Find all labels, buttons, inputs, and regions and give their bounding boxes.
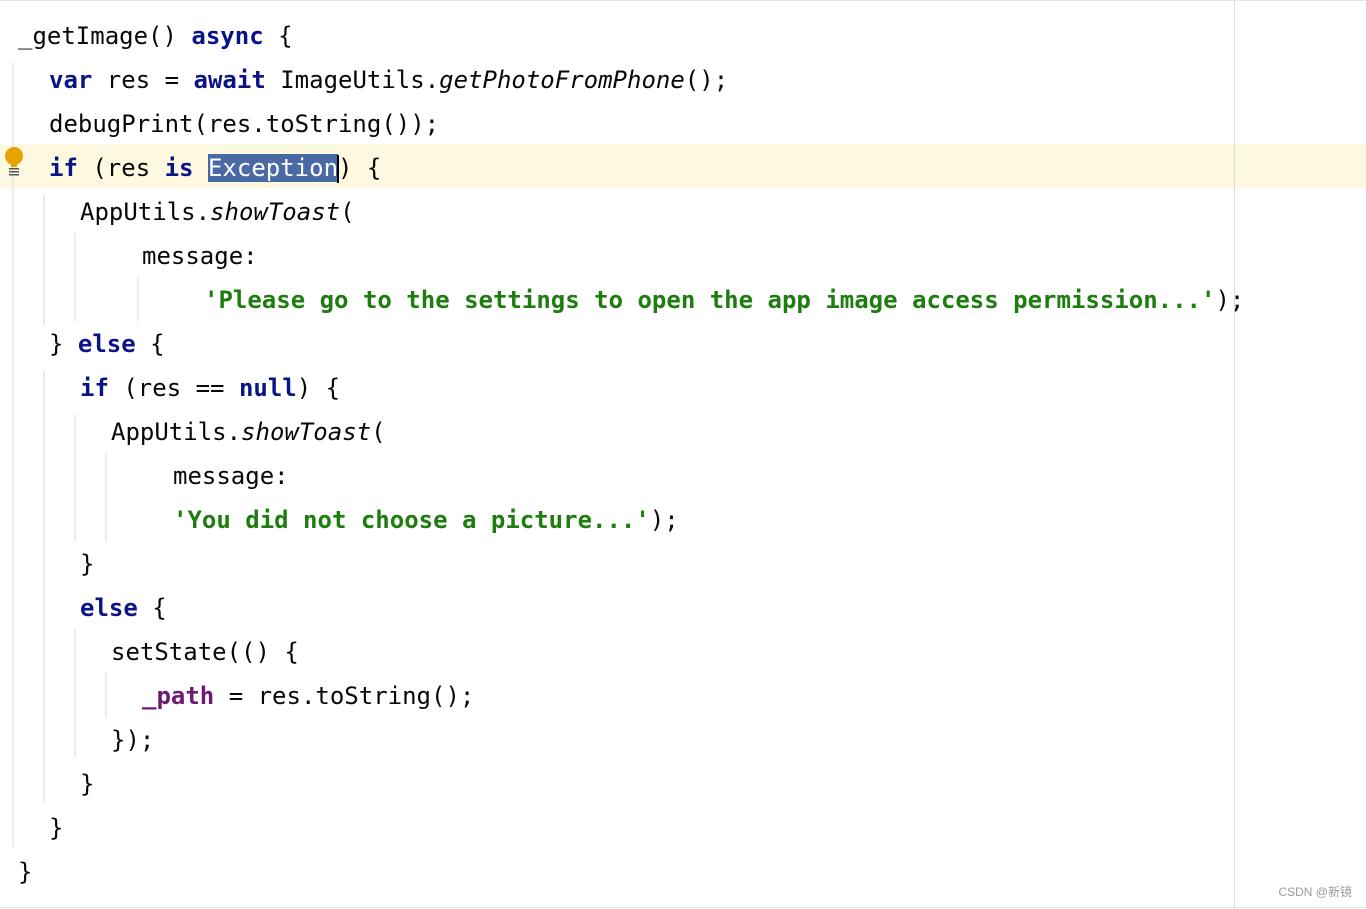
code-token: debugPrint(res.toString()); [49, 110, 440, 138]
code-line[interactable]: } [49, 806, 63, 850]
code-token: is [164, 154, 194, 182]
code-line[interactable]: message: [142, 234, 258, 278]
indent-guide [137, 277, 139, 321]
code-token: 'Please go to the settings to open the a… [204, 286, 1216, 314]
lightbulb-icon[interactable] [4, 146, 24, 176]
code-token: (res [77, 154, 165, 182]
indent-guide [74, 233, 76, 321]
code-line[interactable]: setState(() { [111, 630, 299, 674]
code-token: ImageUtils. [265, 66, 440, 94]
code-token: if [49, 154, 78, 182]
code-token: ) { [296, 374, 341, 402]
indent-guide [74, 629, 76, 757]
code-token: } [80, 550, 95, 578]
code-token: ); [1215, 286, 1245, 314]
code-line[interactable]: AppUtils.showToast( [80, 190, 355, 234]
code-token: else [77, 330, 136, 358]
code-token: } [49, 330, 78, 358]
code-token: await [193, 66, 266, 94]
code-line[interactable]: _getImage() async { [18, 14, 293, 58]
code-token: message: [173, 462, 289, 490]
code-token: { [137, 594, 167, 622]
indent-guide [43, 195, 45, 325]
code-token: message: [142, 242, 258, 270]
code-line[interactable]: }); [111, 718, 154, 762]
code-line[interactable]: } else { [49, 322, 165, 366]
code-token: ); [649, 506, 679, 534]
code-line[interactable]: if (res == null) { [80, 366, 340, 410]
code-editor[interactable]: _getImage() async {var res = await Image… [0, 0, 1366, 909]
code-token: 'You did not choose a picture...' [173, 506, 650, 534]
code-token: }); [111, 726, 155, 754]
code-token: AppUtils. [80, 198, 211, 226]
code-token: ) { [338, 154, 382, 182]
code-token: (res == [108, 374, 239, 402]
code-token: else [80, 594, 138, 622]
right-margin-guide [1234, 1, 1235, 909]
code-line[interactable]: var res = await ImageUtils.getPhotoFromP… [49, 58, 728, 102]
code-line[interactable]: if (res is Exception) { [49, 146, 381, 190]
code-line[interactable]: } [80, 762, 94, 806]
code-line[interactable]: 'You did not choose a picture...'); [173, 498, 679, 542]
code-token: = res.toString(); [214, 682, 475, 710]
code-line[interactable]: 'Please go to the settings to open the a… [204, 278, 1244, 322]
code-token: } [18, 858, 33, 886]
indent-guide [105, 453, 107, 541]
code-line[interactable]: message: [173, 454, 289, 498]
code-token: (); [684, 66, 729, 94]
code-token: _path [142, 682, 215, 710]
code-line[interactable]: else { [80, 586, 167, 630]
code-token: showToast [241, 418, 372, 446]
selected-text: Exception [207, 154, 339, 182]
code-line[interactable]: AppUtils.showToast( [111, 410, 386, 454]
indent-guide [105, 673, 107, 717]
code-token: var [49, 66, 93, 94]
code-line[interactable]: } [18, 850, 32, 894]
code-line[interactable]: debugPrint(res.toString()); [49, 102, 439, 146]
code-token: } [80, 770, 95, 798]
code-token: getPhotoFromPhone [439, 66, 685, 94]
code-token: ( [371, 418, 386, 446]
indent-guide [74, 415, 76, 541]
code-token: if [80, 374, 109, 402]
code-token: { [263, 22, 293, 50]
indent-guide [43, 371, 45, 803]
code-token: async [191, 22, 264, 50]
code-token: AppUtils. [111, 418, 242, 446]
code-token: null [238, 374, 297, 402]
code-token: _getImage() [18, 22, 192, 50]
code-token: res = [92, 66, 194, 94]
code-token: setState(() { [111, 638, 299, 666]
watermark: CSDN @新镜 [1278, 885, 1352, 899]
indent-guide [12, 63, 14, 847]
code-token: { [135, 330, 165, 358]
code-token: showToast [210, 198, 341, 226]
code-token: } [49, 814, 64, 842]
code-token: ( [340, 198, 355, 226]
code-line[interactable]: _path = res.toString(); [142, 674, 474, 718]
code-line[interactable]: } [80, 542, 94, 586]
